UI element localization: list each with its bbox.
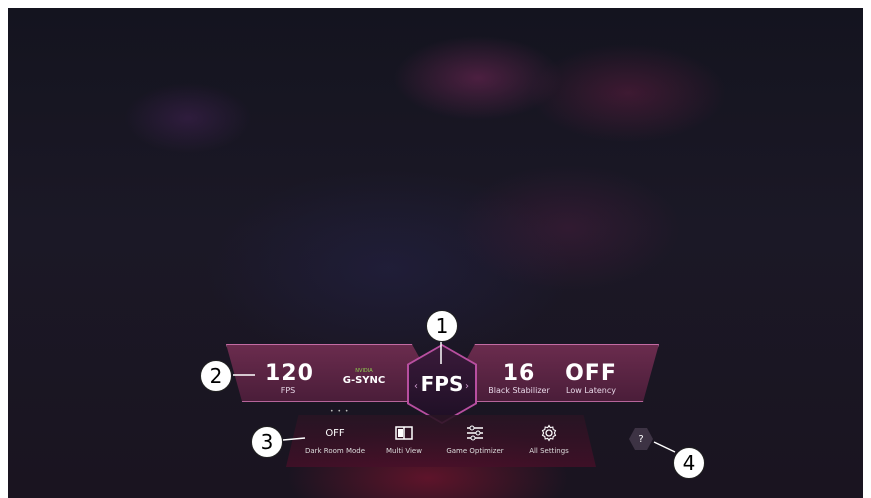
fps-mode-label: FPS — [420, 372, 464, 396]
game-optimizer-label: Game Optimizer — [446, 447, 504, 455]
chevron-right-icon[interactable]: › — [465, 381, 469, 392]
low-latency-label: Low Latency — [566, 386, 616, 395]
multi-view-icon — [369, 423, 439, 443]
gsync-stat[interactable]: NVIDIA G-SYNC — [336, 368, 392, 387]
callout-4: 4 — [673, 447, 705, 479]
low-latency-value: OFF — [565, 361, 617, 386]
dark-room-mode-label: Dark Room Mode — [304, 447, 366, 455]
fps-stat[interactable]: 120 FPS — [265, 361, 314, 396]
dark-room-mode-button[interactable]: OFF Dark Room Mode — [300, 423, 370, 456]
page-dots: • • • — [330, 408, 350, 415]
callout-2: 2 — [200, 360, 232, 392]
chevron-left-icon[interactable]: ‹ — [414, 381, 418, 392]
multi-view-button[interactable]: Multi View — [369, 423, 439, 455]
callout-1: 1 — [426, 310, 458, 342]
game-optimizer-button[interactable]: Game Optimizer — [440, 423, 510, 455]
fps-value: 120 — [265, 361, 314, 386]
left-stats-panel — [226, 344, 428, 402]
black-stabilizer-stat[interactable]: 16 Black Stabilizer — [488, 362, 550, 396]
all-settings-button[interactable]: All Settings — [514, 423, 584, 455]
gear-icon — [514, 423, 584, 443]
callout-3: 3 — [251, 426, 283, 458]
black-stabilizer-value: 16 — [502, 361, 536, 386]
sliders-icon — [440, 423, 510, 443]
gsync-label: G-SYNC — [342, 375, 386, 386]
black-stabilizer-label: Black Stabilizer — [488, 386, 550, 395]
all-settings-label: All Settings — [529, 447, 569, 455]
fps-label: FPS — [280, 386, 296, 395]
multi-view-label: Multi View — [386, 447, 422, 455]
help-label: ? — [638, 433, 644, 445]
dark-room-mode-value: OFF — [325, 427, 345, 439]
low-latency-stat[interactable]: OFF Low Latency — [562, 362, 620, 396]
